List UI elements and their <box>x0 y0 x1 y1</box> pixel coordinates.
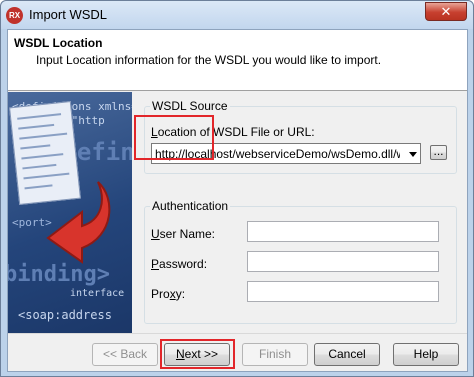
wizard-side-image: <definitions xmlns="ht xmlns:xs="http <d… <box>8 92 132 333</box>
proxy-field[interactable] <box>247 281 439 302</box>
footer-divider <box>8 333 467 334</box>
highlight-box <box>160 339 235 369</box>
back-button[interactable]: << Back <box>92 343 158 366</box>
authentication-title: Authentication <box>150 199 231 213</box>
help-button[interactable]: Help <box>393 343 459 366</box>
proxy-label: Proxy: <box>151 287 186 301</box>
highlight-box <box>134 115 214 160</box>
password-field[interactable] <box>247 251 439 272</box>
page-title: WSDL Location <box>14 36 103 50</box>
side-text-line: interface <box>70 288 125 299</box>
page-description: Input Location information for the WSDL … <box>36 53 382 67</box>
wsdl-source-title: WSDL Source <box>150 99 230 113</box>
cancel-button[interactable]: Cancel <box>314 343 380 366</box>
title-bar[interactable]: RX Import WSDL ✕ <box>1 1 473 29</box>
side-text-line: <soap:address <box>18 308 112 322</box>
finish-button[interactable]: Finish <box>242 343 308 366</box>
wizard-header: WSDL Location Input Location information… <box>8 30 467 91</box>
authentication-group: Authentication User Name: Password: Prox… <box>144 199 457 324</box>
close-icon: ✕ <box>440 4 452 19</box>
app-logo-icon: RX <box>6 7 23 24</box>
chevron-down-icon[interactable] <box>409 152 417 157</box>
username-label: User Name: <box>151 227 216 241</box>
import-arrow-icon <box>46 181 111 264</box>
wizard-body: WSDL Location Input Location information… <box>7 29 468 372</box>
password-label: Password: <box>151 257 208 271</box>
close-button[interactable]: ✕ <box>425 2 467 21</box>
browse-button[interactable]: ... <box>430 145 447 160</box>
username-field[interactable] <box>247 221 439 242</box>
import-wsdl-window: RX Import WSDL ✕ WSDL Location Input Loc… <box>0 0 474 377</box>
window-title: Import WSDL <box>29 7 108 22</box>
